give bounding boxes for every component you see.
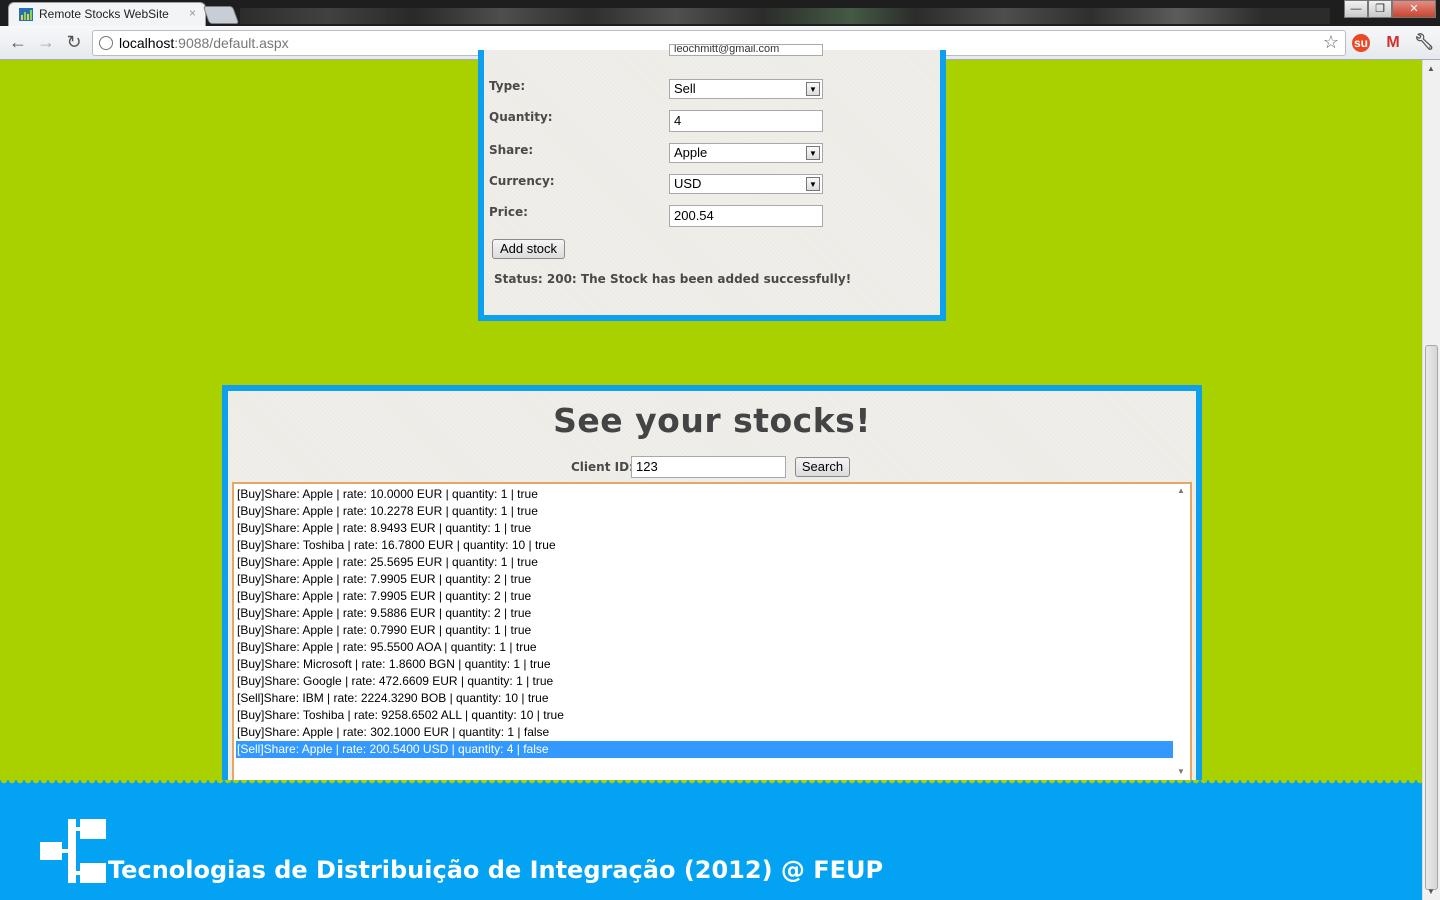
list-item[interactable]: [Buy]Share: Apple | rate: 0.7990 EUR | q… [236,622,1173,639]
dropdown-arrow-icon[interactable]: ▼ [806,82,820,96]
share-label: Share: [489,143,534,157]
currency-label: Currency: [489,174,555,188]
list-item[interactable]: [Buy]Share: Apple | rate: 302.1000 EUR |… [236,724,1173,741]
reload-icon[interactable]: ↻ [64,32,84,52]
add-stock-panel: leochmitt@gmail.com Type: Sell ▼ Quantit… [478,44,946,321]
list-item[interactable]: [Buy]Share: Apple | rate: 7.9905 EUR | q… [236,588,1173,605]
globe-icon [99,36,113,50]
panel-title: See your stocks! [553,401,871,440]
page-scrollbar[interactable]: ▲ ▼ [1422,60,1440,900]
wrench-icon[interactable]: 🔧︎ [1414,34,1434,52]
window-controls: — ❐ ✕ [1344,0,1436,18]
list-item[interactable]: [Buy]Share: Microsoft | rate: 1.8600 BGN… [236,656,1173,673]
share-value: Apple [674,145,708,160]
forward-icon[interactable]: → [36,32,56,52]
list-item[interactable]: [Buy]Share: Apple | rate: 10.2278 EUR | … [236,503,1173,520]
scroll-down-icon[interactable]: ▼ [1427,887,1435,896]
add-stock-button[interactable]: Add stock [492,239,565,259]
price-label: Price: [489,205,528,219]
scroll-down-icon[interactable]: ▼ [1177,767,1185,776]
browser-tab[interactable]: Remote Stocks WebSite × [8,2,206,26]
bookmark-star-icon[interactable]: ☆ [1323,32,1339,53]
footer: Tecnologias de Distribuição de Integraçã… [0,788,1422,900]
dropdown-arrow-icon[interactable]: ▼ [806,146,820,160]
currency-value: USD [674,176,702,191]
quantity-label: Quantity: [489,110,553,124]
list-item[interactable]: [Buy]Share: Apple | rate: 10.0000 EUR | … [236,486,1173,503]
email-field[interactable]: leochmitt@gmail.com [669,44,823,56]
scroll-up-icon[interactable]: ▲ [1177,486,1185,495]
dropdown-arrow-icon[interactable]: ▼ [806,177,820,191]
gmail-icon[interactable]: M [1384,34,1402,52]
list-item[interactable]: [Buy]Share: Toshiba | rate: 9258.6502 AL… [236,707,1173,724]
footer-zigzag-edge [0,780,1422,788]
tab-title: Remote Stocks WebSite [39,7,169,21]
list-item[interactable]: [Buy]Share: Apple | rate: 8.9493 EUR | q… [236,520,1173,537]
back-icon[interactable]: ← [8,32,28,52]
browser-tabstrip: Remote Stocks WebSite × — ❐ ✕ [0,0,1440,26]
close-window-button[interactable]: ✕ [1392,0,1436,18]
price-field[interactable]: 200.54 [669,205,823,227]
client-id-field[interactable]: 123 [631,456,786,478]
see-stocks-panel: See your stocks! Client ID: 123 Search [… [222,385,1202,790]
search-button[interactable]: Search [795,457,850,477]
status-message: Status: 200: The Stock has been added su… [494,272,852,286]
feup-logo [40,819,106,883]
type-select[interactable]: Sell ▼ [669,79,823,99]
scroll-up-icon[interactable]: ▲ [1427,64,1435,73]
list-item[interactable]: [Buy]Share: Toshiba | rate: 16.7800 EUR … [236,537,1173,554]
site-favicon-icon [19,8,33,21]
list-item[interactable]: [Sell]Share: IBM | rate: 2224.3290 BOB |… [236,690,1173,707]
list-item[interactable]: [Sell]Share: Apple | rate: 200.5400 USD … [236,741,1173,758]
listbox-scrollbar[interactable]: ▲ ▼ [1173,484,1190,780]
type-value: Sell [674,81,696,96]
currency-select[interactable]: USD ▼ [669,174,823,194]
stocks-listbox[interactable]: [Buy]Share: Apple | rate: 10.0000 EUR | … [232,482,1192,782]
url-path: :9088/default.aspx [174,35,289,51]
scroll-thumb[interactable] [1425,345,1438,890]
quantity-field[interactable]: 4 [669,110,823,132]
list-item[interactable]: [Buy]Share: Google | rate: 472.6609 EUR … [236,673,1173,690]
share-select[interactable]: Apple ▼ [669,143,823,163]
list-item[interactable]: [Buy]Share: Apple | rate: 25.5695 EUR | … [236,554,1173,571]
tab-close-icon[interactable]: × [189,6,196,20]
list-item[interactable]: [Buy]Share: Apple | rate: 95.5500 AOA | … [236,639,1173,656]
url-text: localhost:9088/default.aspx [119,35,289,51]
stumbleupon-icon[interactable]: su [1352,34,1370,52]
new-tab-button[interactable] [202,6,240,24]
footer-text: Tecnologias de Distribuição de Integraçã… [108,856,884,884]
type-label: Type: [489,79,526,93]
taskbar-thumbnails [240,8,1330,24]
stocks-list: [Buy]Share: Apple | rate: 10.0000 EUR | … [236,486,1173,758]
minimize-button[interactable]: — [1344,0,1368,18]
client-id-label: Client ID: [571,460,634,474]
url-host: localhost [119,35,175,51]
list-item[interactable]: [Buy]Share: Apple | rate: 7.9905 EUR | q… [236,571,1173,588]
list-item[interactable]: [Buy]Share: Apple | rate: 9.5886 EUR | q… [236,605,1173,622]
maximize-button[interactable]: ❐ [1368,0,1392,18]
